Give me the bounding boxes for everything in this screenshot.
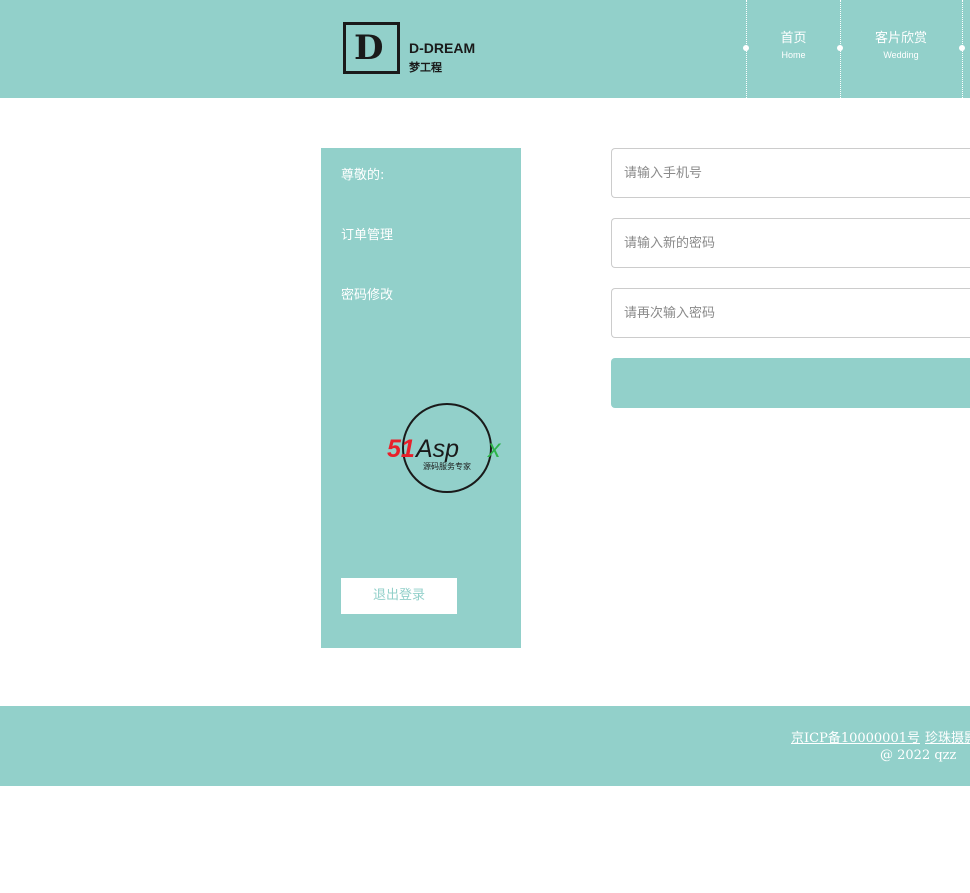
emblem-brand-green: x bbox=[487, 435, 502, 463]
logo-name-cn: 梦工程 bbox=[409, 61, 442, 74]
logo-mark-letter: D bbox=[354, 28, 384, 68]
submit-button[interactable] bbox=[611, 358, 970, 408]
nav-item-sublabel: Home bbox=[781, 50, 806, 60]
sidebar-item-orders[interactable]: 订单管理 bbox=[341, 224, 393, 243]
site-footer: 京ICP备10000001号 珍珠摄影 @ 2022 qzz bbox=[0, 706, 970, 786]
logo-name-en: D-DREAM bbox=[409, 40, 476, 56]
nav-item-wedding[interactable]: 客片欣赏 Wedding bbox=[841, 30, 961, 62]
brand-emblem: 51 Asp x 源码服务专家 bbox=[387, 403, 502, 493]
nav-item-home[interactable]: 首页 Home bbox=[747, 30, 840, 62]
sidebar-item-password[interactable]: 密码修改 bbox=[341, 284, 393, 303]
new-password-input[interactable] bbox=[611, 218, 970, 268]
partner-link[interactable]: 珍珠摄影 bbox=[925, 727, 970, 746]
icp-link[interactable]: 京ICP备10000001号 bbox=[791, 727, 920, 746]
nav-item-label: 首页 bbox=[780, 31, 807, 46]
emblem-tagline: 源码服务专家 bbox=[423, 461, 471, 471]
logo-mark: D bbox=[343, 22, 400, 74]
site-logo[interactable]: D D-DREAM 梦工程 bbox=[343, 22, 483, 76]
emblem-brand-red: 51 bbox=[387, 435, 415, 463]
nav-item-sublabel: Wedding bbox=[883, 50, 919, 60]
logout-button[interactable]: 退出登录 bbox=[341, 578, 457, 614]
user-sidebar: 尊敬的: 订单管理 密码修改 51 Asp x 源码服务专家 退出登录 bbox=[321, 148, 521, 648]
phone-input[interactable] bbox=[611, 148, 970, 198]
confirm-password-input[interactable] bbox=[611, 288, 970, 338]
emblem-brand-dark: Asp bbox=[414, 435, 459, 463]
copyright-text: @ 2022 qzz bbox=[880, 748, 957, 763]
site-header: D D-DREAM 梦工程 首页 Home 客片欣赏 Wedding bbox=[0, 0, 970, 98]
greeting-text: 尊敬的: bbox=[341, 168, 385, 183]
nav-item-label: 客片欣赏 bbox=[874, 31, 927, 46]
nav-dot bbox=[959, 45, 965, 51]
